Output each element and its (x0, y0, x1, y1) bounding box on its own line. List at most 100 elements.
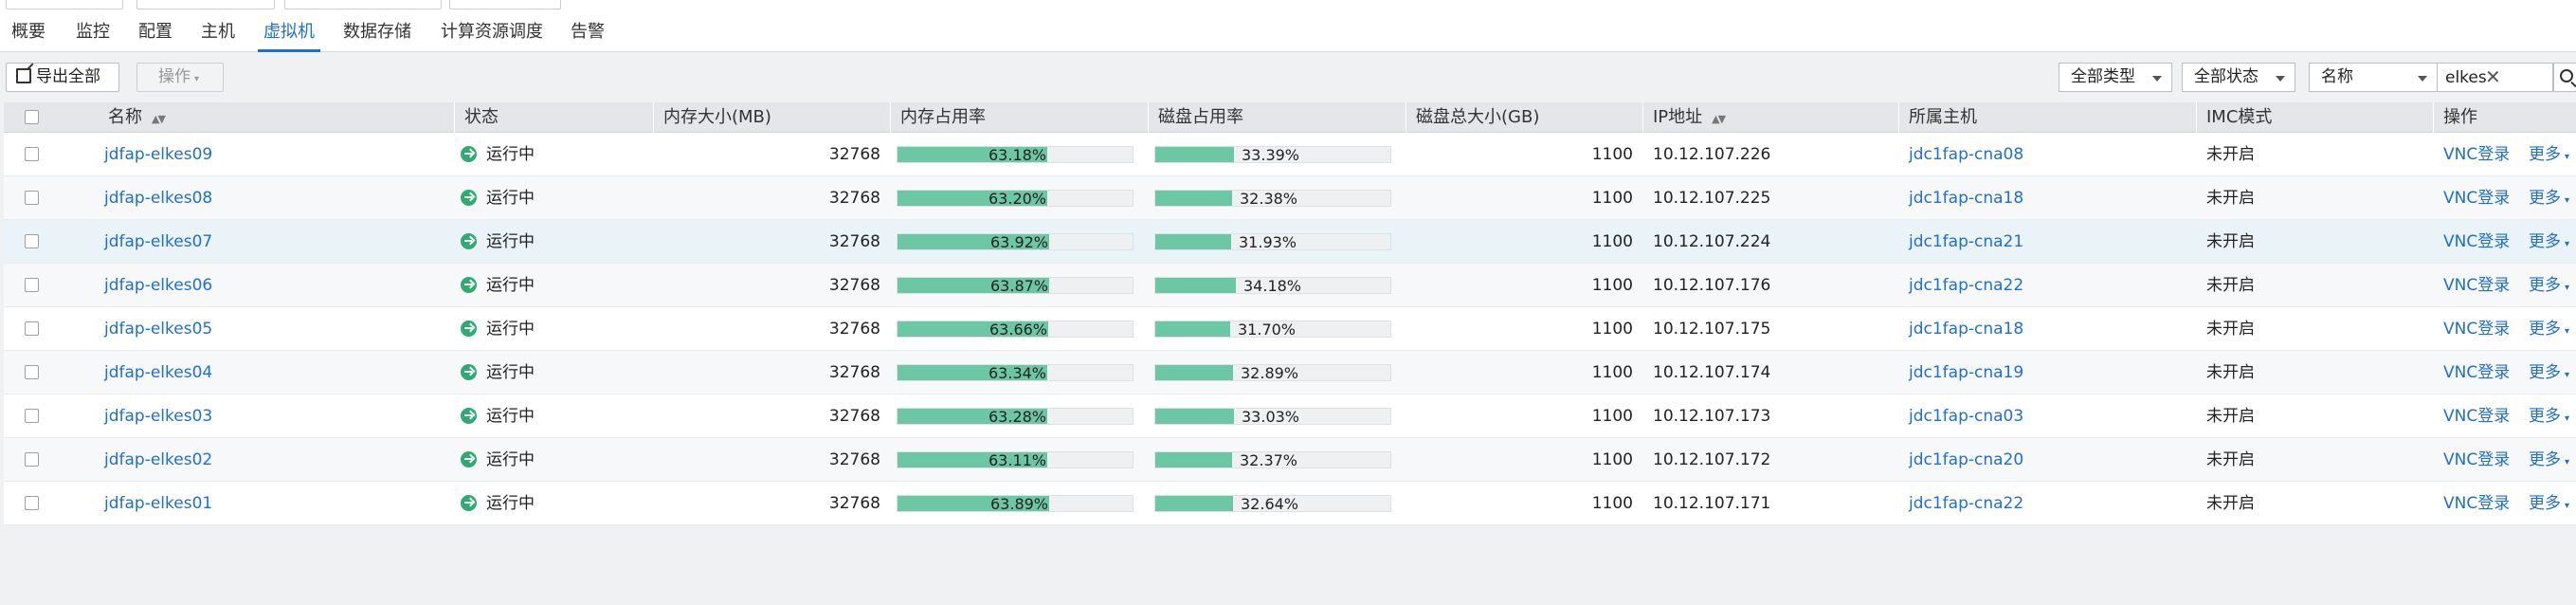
table-row[interactable]: jdfap-elkes09 运行中 32768 63.18% 33.39% 1100 10.… (4, 133, 2576, 176)
vm-name-link[interactable]: jdfap-elkes01 (104, 482, 212, 525)
row-checkbox[interactable] (25, 452, 39, 467)
tab-config[interactable]: 配置 (138, 19, 172, 52)
ip-cell: 10.12.107.175 (1653, 320, 1771, 339)
mem-usage-bar: 63.89% (897, 495, 1134, 512)
status-filter-select[interactable]: 全部状态 (2182, 63, 2295, 92)
host-link[interactable]: jdc1fap-cna18 (1909, 176, 2023, 220)
vm-name-link[interactable]: jdfap-elkes09 (104, 133, 212, 176)
vm-name-link[interactable]: jdfap-elkes06 (104, 264, 212, 307)
row-checkbox[interactable] (25, 496, 39, 510)
table-row[interactable]: jdfap-elkes07 运行中 32768 63.92% 31.93% 1100 10.… (4, 220, 2576, 264)
vnc-login-link[interactable]: VNC登录 (2443, 264, 2510, 307)
status-text: 运行中 (486, 450, 535, 469)
table-row[interactable]: jdfap-elkes06 运行中 32768 63.87% 34.18% 1100 10.… (4, 264, 2576, 307)
host-link[interactable]: jdc1fap-cna03 (1909, 394, 2023, 438)
header-ip-label: IP地址 (1653, 107, 1703, 127)
tab-alarms[interactable]: 告警 (571, 19, 605, 52)
status-text: 运行中 (486, 232, 535, 251)
host-link[interactable]: jdc1fap-cna22 (1909, 264, 2023, 307)
table-row[interactable]: jdfap-elkes08 运行中 32768 63.20% 32.38% 1100 10.… (4, 176, 2576, 220)
table-row[interactable]: jdfap-elkes04 运行中 32768 63.34% 32.89% 1100 10.… (4, 351, 2576, 394)
more-menu[interactable]: 更多 ▾ (2529, 351, 2569, 394)
vnc-login-link[interactable]: VNC登录 (2443, 438, 2510, 482)
tab-vms[interactable]: 虚拟机 (258, 19, 320, 52)
more-menu[interactable]: 更多 ▾ (2529, 176, 2569, 220)
host-link[interactable]: jdc1fap-cna20 (1909, 438, 2023, 482)
table-row[interactable]: jdfap-elkes02 运行中 32768 63.11% 32.37% 1100 10.… (4, 438, 2576, 482)
vnc-login-link[interactable]: VNC登录 (2443, 307, 2510, 351)
top-button-3[interactable] (284, 0, 442, 9)
vm-name-link[interactable]: jdfap-elkes03 (104, 394, 212, 438)
mem-usage-text: 63.34% (989, 364, 1047, 382)
top-button-4[interactable] (449, 0, 561, 9)
status-cell: 运行中 (461, 264, 535, 307)
row-checkbox[interactable] (25, 321, 39, 336)
host-link[interactable]: jdc1fap-cna22 (1909, 482, 2023, 525)
row-checkbox[interactable] (25, 234, 39, 248)
row-checkbox[interactable] (25, 191, 39, 205)
export-all-button[interactable]: 导出全部 (6, 63, 119, 92)
disk-total-cell: 1100 (1591, 276, 1633, 295)
table-header: 名称 ▲▼ 状态 内存大小(MB) 内存占用率 磁盘占用率 磁盘总大小(GB) I… (4, 102, 2576, 133)
table-row[interactable]: jdfap-elkes03 运行中 32768 63.28% 33.03% 1100 10.… (4, 394, 2576, 438)
row-checkbox[interactable] (25, 278, 39, 292)
operations-button[interactable]: 操作 ▾ (136, 63, 224, 92)
host-link[interactable]: jdc1fap-cna21 (1909, 220, 2023, 264)
vnc-login-link[interactable]: VNC登录 (2443, 133, 2510, 176)
host-link[interactable]: jdc1fap-cna18 (1909, 307, 2023, 351)
vm-name-link[interactable]: jdfap-elkes07 (104, 220, 212, 264)
vnc-login-link[interactable]: VNC登录 (2443, 351, 2510, 394)
more-menu[interactable]: 更多 ▾ (2529, 264, 2569, 307)
disk-usage-bar: 33.39% (1154, 146, 1391, 163)
more-menu[interactable]: 更多 ▾ (2529, 482, 2569, 525)
vnc-login-link[interactable]: VNC登录 (2443, 394, 2510, 438)
row-checkbox[interactable] (25, 147, 39, 161)
row-checkbox[interactable] (25, 409, 39, 423)
mem-usage-bar: 63.18% (897, 146, 1134, 163)
disk-usage-bar: 34.18% (1154, 277, 1391, 294)
more-menu[interactable]: 更多 ▾ (2529, 307, 2569, 351)
table-row[interactable]: jdfap-elkes05 运行中 32768 63.66% 31.70% 1100 10.… (4, 307, 2576, 351)
mem-usage-bar: 63.34% (897, 364, 1134, 381)
top-button-1[interactable] (6, 0, 123, 9)
imc-cell: 未开启 (2206, 407, 2255, 426)
sort-icon: ▲▼ (1712, 113, 1726, 125)
row-checkbox[interactable] (25, 365, 39, 379)
tab-hosts[interactable]: 主机 (201, 19, 235, 52)
vm-name-link[interactable]: jdfap-elkes02 (104, 438, 212, 482)
tab-overview[interactable]: 概要 (11, 19, 45, 52)
type-filter-select[interactable]: 全部类型 (2059, 63, 2172, 92)
top-button-2[interactable] (136, 0, 275, 9)
vm-name-link[interactable]: jdfap-elkes04 (104, 351, 212, 394)
disk-usage-bar: 32.37% (1154, 451, 1391, 468)
tab-monitor[interactable]: 监控 (76, 19, 110, 52)
vm-name-link[interactable]: jdfap-elkes08 (104, 176, 212, 220)
header-status: 状态 (454, 102, 653, 133)
header-disk-total: 磁盘总大小(GB) (1406, 102, 1642, 133)
vm-name-link[interactable]: jdfap-elkes05 (104, 307, 212, 351)
more-menu[interactable]: 更多 ▾ (2529, 394, 2569, 438)
search-button[interactable] (2553, 63, 2576, 92)
more-menu[interactable]: 更多 ▾ (2529, 133, 2569, 176)
host-link[interactable]: jdc1fap-cna19 (1909, 351, 2023, 394)
vnc-login-link[interactable]: VNC登录 (2443, 220, 2510, 264)
mem-usage-text: 63.89% (990, 495, 1049, 513)
host-link[interactable]: jdc1fap-cna08 (1909, 133, 2023, 176)
more-menu[interactable]: 更多 ▾ (2529, 220, 2569, 264)
tab-compute-scheduling[interactable]: 计算资源调度 (441, 19, 543, 52)
disk-usage-text: 32.64% (1241, 495, 1299, 513)
more-label: 更多 (2529, 494, 2561, 513)
more-menu[interactable]: 更多 ▾ (2529, 438, 2569, 482)
tab-datastores[interactable]: 数据存储 (343, 19, 411, 52)
search-field-select[interactable]: 名称 (2309, 63, 2438, 92)
header-name[interactable]: 名称 ▲▼ (99, 102, 454, 133)
vnc-login-link[interactable]: VNC登录 (2443, 482, 2510, 525)
clear-icon[interactable]: ✕ (2485, 66, 2501, 87)
mem-usage-text: 63.87% (990, 277, 1049, 295)
select-all-checkbox[interactable] (25, 110, 39, 124)
tab-bar: 概要 监控 配置 主机 虚拟机 数据存储 计算资源调度 告警 (0, 13, 2576, 52)
vnc-login-link[interactable]: VNC登录 (2443, 176, 2510, 220)
header-ip[interactable]: IP地址 ▲▼ (1642, 102, 1898, 133)
type-filter-value: 全部类型 (2071, 67, 2135, 86)
table-row[interactable]: jdfap-elkes01 运行中 32768 63.89% 32.64% 1100 10.… (4, 482, 2576, 525)
